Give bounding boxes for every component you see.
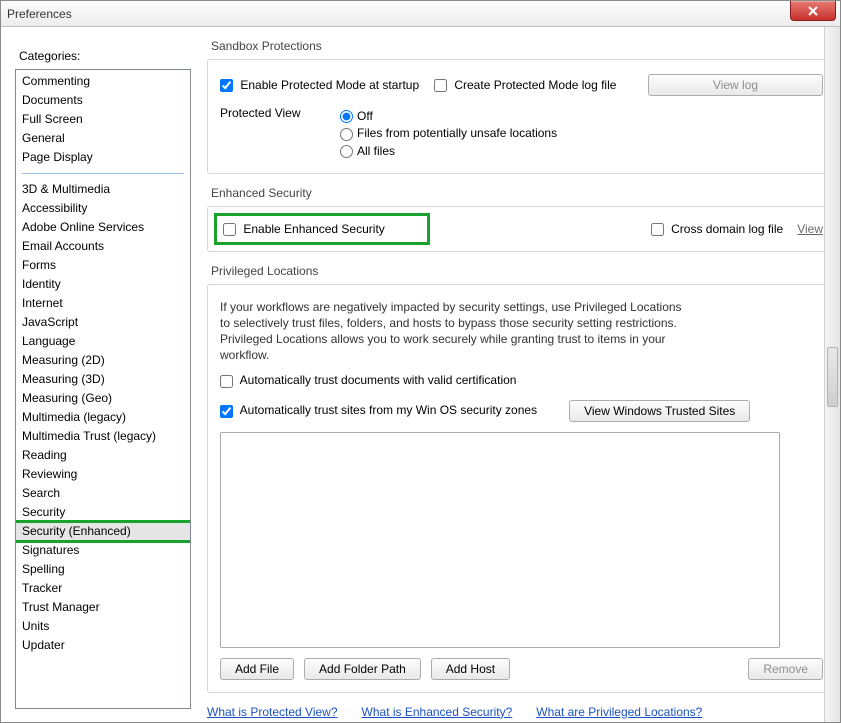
category-item[interactable]: Internet <box>16 294 190 313</box>
category-item[interactable]: Search <box>16 484 190 503</box>
category-item[interactable]: Identity <box>16 275 190 294</box>
cross-domain-text: Cross domain log file <box>671 222 783 236</box>
privileged-locations-listbox[interactable] <box>220 432 780 648</box>
pv-off-text: Off <box>357 109 373 123</box>
what-are-privileged-locations-link[interactable]: What are Privileged Locations? <box>536 705 702 719</box>
enable-enhanced-checkbox[interactable] <box>223 223 236 236</box>
category-item[interactable]: Adobe Online Services <box>16 218 190 237</box>
window-title: Preferences <box>7 7 72 21</box>
category-item[interactable]: Measuring (Geo) <box>16 389 190 408</box>
create-log-label[interactable]: Create Protected Mode log file <box>434 78 634 92</box>
category-item[interactable]: Accessibility <box>16 199 190 218</box>
add-file-button[interactable]: Add File <box>220 658 294 680</box>
pv-off-label[interactable]: Off <box>340 109 373 123</box>
group-title-enhanced: Enhanced Security <box>207 186 836 200</box>
auto-trust-os-checkbox[interactable] <box>220 405 233 418</box>
auto-trust-os-label[interactable]: Automatically trust sites from my Win OS… <box>220 403 537 417</box>
category-item[interactable]: Trust Manager <box>16 598 190 617</box>
auto-trust-cert-text: Automatically trust documents with valid… <box>240 373 517 387</box>
group-privileged: If your workflows are negatively impacte… <box>207 284 836 692</box>
categories-list[interactable]: CommentingDocumentsFull ScreenGeneralPag… <box>15 69 191 709</box>
category-item[interactable]: Measuring (2D) <box>16 351 190 370</box>
pv-off-radio[interactable] <box>340 110 353 123</box>
category-item[interactable]: Language <box>16 332 190 351</box>
category-divider <box>22 173 184 174</box>
vertical-scrollbar[interactable] <box>824 27 840 722</box>
enable-enhanced-text: Enable Enhanced Security <box>243 222 384 236</box>
pv-unsafe-radio[interactable] <box>340 128 353 141</box>
category-item[interactable]: General <box>16 129 190 148</box>
category-item[interactable]: Units <box>16 617 190 636</box>
category-item[interactable]: Tracker <box>16 579 190 598</box>
enable-protected-mode-label[interactable]: Enable Protected Mode at startup <box>220 78 420 92</box>
category-item[interactable]: Reading <box>16 446 190 465</box>
titlebar: Preferences <box>1 1 840 27</box>
footer-links: What is Protected View? What is Enhanced… <box>207 705 836 719</box>
category-item[interactable]: Documents <box>16 91 190 110</box>
category-item[interactable]: Updater <box>16 636 190 655</box>
group-sandbox: Enable Protected Mode at startup Create … <box>207 59 836 174</box>
category-item[interactable]: JavaScript <box>16 313 190 332</box>
enable-protected-mode-checkbox[interactable] <box>220 79 233 92</box>
category-item[interactable]: Email Accounts <box>16 237 190 256</box>
category-item[interactable]: Forms <box>16 256 190 275</box>
add-folder-button[interactable]: Add Folder Path <box>304 658 421 680</box>
cross-domain-label[interactable]: Cross domain log file <box>651 222 783 236</box>
category-item[interactable]: Full Screen <box>16 110 190 129</box>
category-item[interactable]: Multimedia (legacy) <box>16 408 190 427</box>
close-button[interactable] <box>790 1 836 21</box>
category-item-selected[interactable]: Security (Enhanced) <box>15 522 191 541</box>
auto-trust-cert-checkbox[interactable] <box>220 375 233 388</box>
protected-view-label: Protected View <box>220 106 330 120</box>
create-log-checkbox[interactable] <box>434 79 447 92</box>
content-panel: Sandbox Protections Enable Protected Mod… <box>191 39 836 722</box>
group-enhanced: Enable Enhanced Security Cross domain lo… <box>207 206 836 252</box>
category-item[interactable]: Page Display <box>16 148 190 167</box>
group-title-sandbox: Sandbox Protections <box>207 39 836 53</box>
category-item[interactable]: Spelling <box>16 560 190 579</box>
auto-trust-cert-label[interactable]: Automatically trust documents with valid… <box>220 373 516 387</box>
enable-enhanced-label[interactable]: Enable Enhanced Security <box>223 222 385 236</box>
view-trusted-sites-button[interactable]: View Windows Trusted Sites <box>569 400 750 422</box>
pv-all-label[interactable]: All files <box>340 144 395 158</box>
pv-all-radio[interactable] <box>340 145 353 158</box>
remove-button[interactable]: Remove <box>748 658 823 680</box>
pv-all-text: All files <box>357 144 395 158</box>
enable-protected-mode-text: Enable Protected Mode at startup <box>240 78 419 92</box>
pv-unsafe-label[interactable]: Files from potentially unsafe locations <box>340 126 557 140</box>
category-item[interactable]: Reviewing <box>16 465 190 484</box>
create-log-text: Create Protected Mode log file <box>454 78 616 92</box>
view-cross-domain-link[interactable]: View <box>797 222 823 236</box>
privileged-description: If your workflows are negatively impacte… <box>220 299 690 363</box>
category-item[interactable]: Signatures <box>16 541 190 560</box>
auto-trust-os-text: Automatically trust sites from my Win OS… <box>240 403 537 417</box>
category-item[interactable]: 3D & Multimedia <box>16 180 190 199</box>
add-host-button[interactable]: Add Host <box>431 658 510 680</box>
close-icon <box>807 6 819 16</box>
protected-view-options: Off Files from potentially unsafe locati… <box>340 106 823 161</box>
scrollbar-thumb[interactable] <box>827 347 838 407</box>
category-item[interactable]: Security <box>16 503 190 522</box>
group-title-privileged: Privileged Locations <box>207 264 836 278</box>
enhanced-highlight: Enable Enhanced Security <box>214 213 430 245</box>
what-is-enhanced-security-link[interactable]: What is Enhanced Security? <box>362 705 513 719</box>
what-is-protected-view-link[interactable]: What is Protected View? <box>207 705 338 719</box>
category-item[interactable]: Measuring (3D) <box>16 370 190 389</box>
category-item[interactable]: Multimedia Trust (legacy) <box>16 427 190 446</box>
pv-unsafe-text: Files from potentially unsafe locations <box>357 126 557 140</box>
view-log-button[interactable]: View log <box>648 74 823 96</box>
preferences-window: Preferences Categories: CommentingDocume… <box>0 0 841 723</box>
cross-domain-checkbox[interactable] <box>651 223 664 236</box>
category-item[interactable]: Commenting <box>16 72 190 91</box>
